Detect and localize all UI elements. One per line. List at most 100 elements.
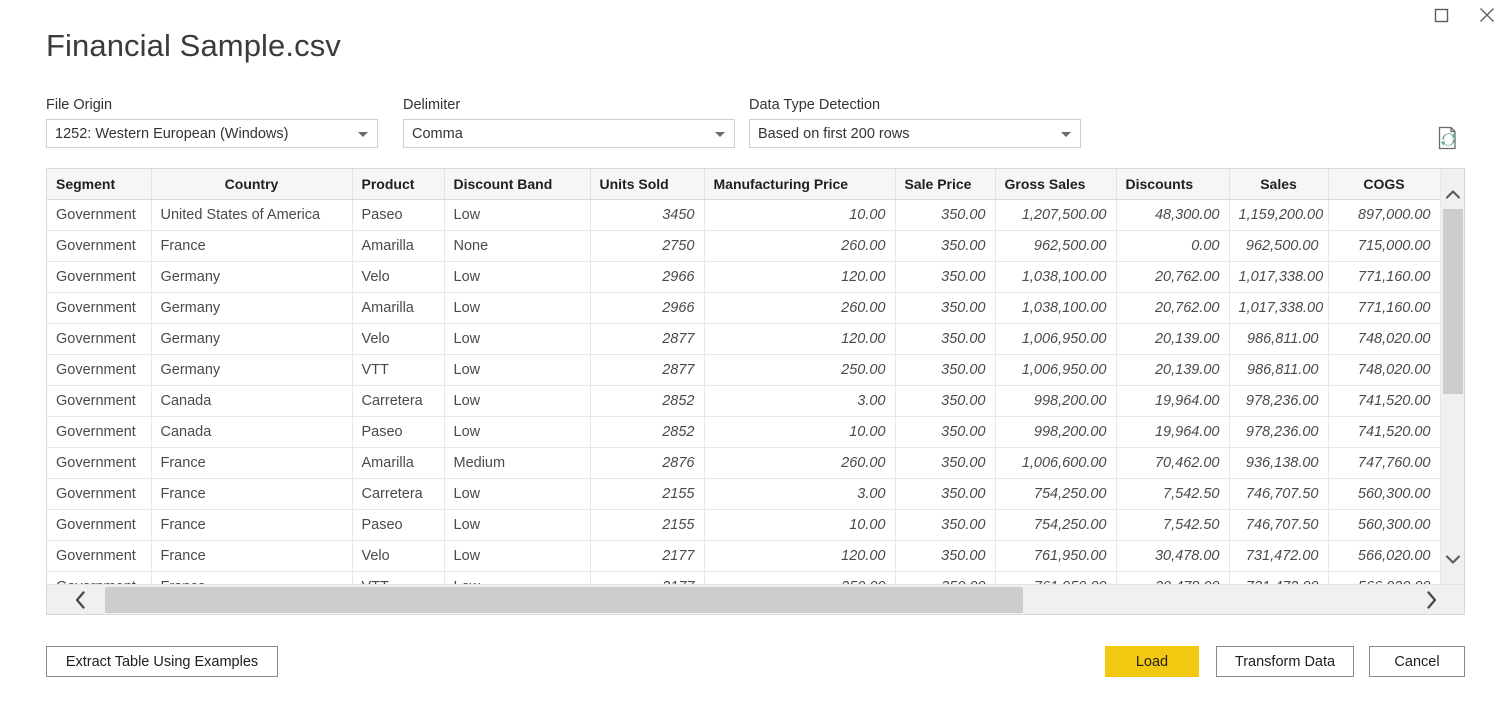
cell-cogs: 560,300.00 (1328, 509, 1440, 541)
cell-product: VTT (352, 571, 445, 584)
scroll-left-button[interactable] (65, 585, 95, 614)
cell-band: Low (444, 385, 591, 417)
cell-segment: Government (47, 416, 152, 448)
cell-sales: 936,138.00 (1229, 447, 1329, 479)
horizontal-scrollbar[interactable] (47, 584, 1464, 614)
table-row[interactable]: Government Canada Paseo Low 2852 10.00 350.00 9… (47, 416, 1440, 448)
column-header-sale-price[interactable]: Sale Price (895, 169, 996, 200)
extract-table-using-examples-button[interactable]: Extract Table Using Examples (46, 646, 278, 677)
table-row[interactable]: Government France Paseo Low 2155 10.00 350.00 7… (47, 509, 1440, 541)
vertical-scrollbar[interactable] (1440, 169, 1464, 584)
column-header-sales[interactable]: Sales (1229, 169, 1329, 200)
data-type-detection-dropdown[interactable]: Based on first 200 rows (749, 119, 1081, 148)
table-row[interactable]: Government Germany Velo Low 2966 120.00 350.00… (47, 261, 1440, 293)
cancel-button[interactable]: Cancel (1369, 646, 1465, 677)
cell-gross: 1,207,500.00 (995, 199, 1117, 231)
table-row[interactable]: Government United States of America Paseo L… (47, 199, 1440, 231)
page-refresh-icon (1438, 126, 1457, 150)
column-header-gross-sales[interactable]: Gross Sales (995, 169, 1117, 200)
cell-discounts: 30,478.00 (1116, 571, 1230, 584)
maximize-button[interactable] (1418, 0, 1464, 30)
column-header-country[interactable]: Country (151, 169, 353, 200)
cell-gross: 998,200.00 (995, 416, 1117, 448)
preview-table: Segment Country Product Discount Band Un… (47, 169, 1440, 584)
transform-data-button[interactable]: Transform Data (1216, 646, 1354, 677)
scroll-down-button[interactable] (1441, 548, 1464, 570)
column-header-cogs[interactable]: COGS (1328, 169, 1440, 200)
cell-units: 2177 (590, 571, 705, 584)
load-button[interactable]: Load (1105, 646, 1199, 677)
table-row[interactable]: Government Canada Carretera Low 2852 3.00 350.… (47, 385, 1440, 417)
cell-discounts: 48,300.00 (1116, 199, 1230, 231)
refresh-preview-button[interactable] (1434, 124, 1462, 152)
maximize-icon (1434, 8, 1448, 22)
cell-discounts: 0.00 (1116, 230, 1230, 262)
cell-units: 3450 (590, 199, 705, 231)
table-row[interactable]: Government France Carretera Low 2155 3.00 350.… (47, 478, 1440, 510)
cell-band: Medium (444, 447, 591, 479)
cell-sale_price: 350.00 (895, 354, 996, 386)
cell-discounts: 20,762.00 (1116, 261, 1230, 293)
table-row[interactable]: Government Germany VTT Low 2877 250.00 350.00 1… (47, 354, 1440, 386)
chevron-down-icon (715, 131, 725, 137)
cell-discounts: 30,478.00 (1116, 540, 1230, 572)
cell-segment: Government (47, 354, 152, 386)
cell-sales: 746,707.50 (1229, 509, 1329, 541)
table-row[interactable]: Government Germany Velo Low 2877 120.00 350.00… (47, 323, 1440, 355)
column-header-segment[interactable]: Segment (47, 169, 152, 200)
column-header-discount-band[interactable]: Discount Band (444, 169, 591, 200)
cell-product: Paseo (352, 416, 445, 448)
delimiter-dropdown[interactable]: Comma (403, 119, 735, 148)
cell-mfg_price: 260.00 (704, 230, 896, 262)
cell-sale_price: 350.00 (895, 230, 996, 262)
cell-cogs: 897,000.00 (1328, 199, 1440, 231)
cell-mfg_price: 250.00 (704, 354, 896, 386)
navigator-dialog: Financial Sample.csv File Origin 1252: W… (0, 0, 1510, 724)
column-header-manufacturing-price[interactable]: Manufacturing Price (704, 169, 896, 200)
horizontal-scrollbar-thumb[interactable] (105, 587, 1023, 613)
cell-units: 2852 (590, 416, 705, 448)
cell-gross: 1,038,100.00 (995, 292, 1117, 324)
table-row[interactable]: Government Germany Amarilla Low 2966 260.00 35… (47, 292, 1440, 324)
table-row[interactable]: Government France Amarilla None 2750 260.00 35… (47, 230, 1440, 262)
scroll-right-button[interactable] (1416, 585, 1446, 614)
chevron-left-icon (75, 591, 85, 609)
cell-gross: 1,006,950.00 (995, 323, 1117, 355)
close-button[interactable] (1464, 0, 1510, 30)
cell-country: France (151, 540, 353, 572)
file-origin-dropdown[interactable]: 1252: Western European (Windows) (46, 119, 378, 148)
chevron-down-icon (1446, 554, 1460, 564)
cell-gross: 754,250.00 (995, 509, 1117, 541)
cell-country: Germany (151, 323, 353, 355)
cell-units: 2966 (590, 261, 705, 293)
cell-segment: Government (47, 292, 152, 324)
cell-units: 2876 (590, 447, 705, 479)
vertical-scrollbar-thumb[interactable] (1443, 209, 1463, 394)
cell-band: Low (444, 199, 591, 231)
cell-sales: 986,811.00 (1229, 323, 1329, 355)
cell-sale_price: 350.00 (895, 571, 996, 584)
table-row[interactable]: GovernmentFranceVTTLow2177250.00350.0076… (47, 571, 1440, 584)
table-row[interactable]: Government France Amarilla Medium 2876 260.00… (47, 447, 1440, 479)
cell-discounts: 20,139.00 (1116, 354, 1230, 386)
delimiter-label: Delimiter (403, 97, 461, 113)
cell-units: 2877 (590, 354, 705, 386)
cell-gross: 1,006,600.00 (995, 447, 1117, 479)
cell-units: 2852 (590, 385, 705, 417)
scroll-up-button[interactable] (1441, 183, 1464, 205)
cell-gross: 761,950.00 (995, 571, 1117, 584)
cell-mfg_price: 3.00 (704, 385, 896, 417)
window-controls (1418, 0, 1510, 32)
cell-country: France (151, 447, 353, 479)
column-header-product[interactable]: Product (352, 169, 445, 200)
column-header-discounts[interactable]: Discounts (1116, 169, 1230, 200)
cell-mfg_price: 120.00 (704, 540, 896, 572)
cell-country: France (151, 478, 353, 510)
delimiter-group: Delimiter Comma (403, 96, 735, 148)
table-body: Government United States of America Paseo L… (47, 199, 1440, 584)
cell-product: Velo (352, 540, 445, 572)
column-header-units-sold[interactable]: Units Sold (590, 169, 705, 200)
cell-country: Germany (151, 354, 353, 386)
table-row[interactable]: Government France Velo Low 2177 120.00 350.00 7… (47, 540, 1440, 572)
cell-country: Canada (151, 416, 353, 448)
